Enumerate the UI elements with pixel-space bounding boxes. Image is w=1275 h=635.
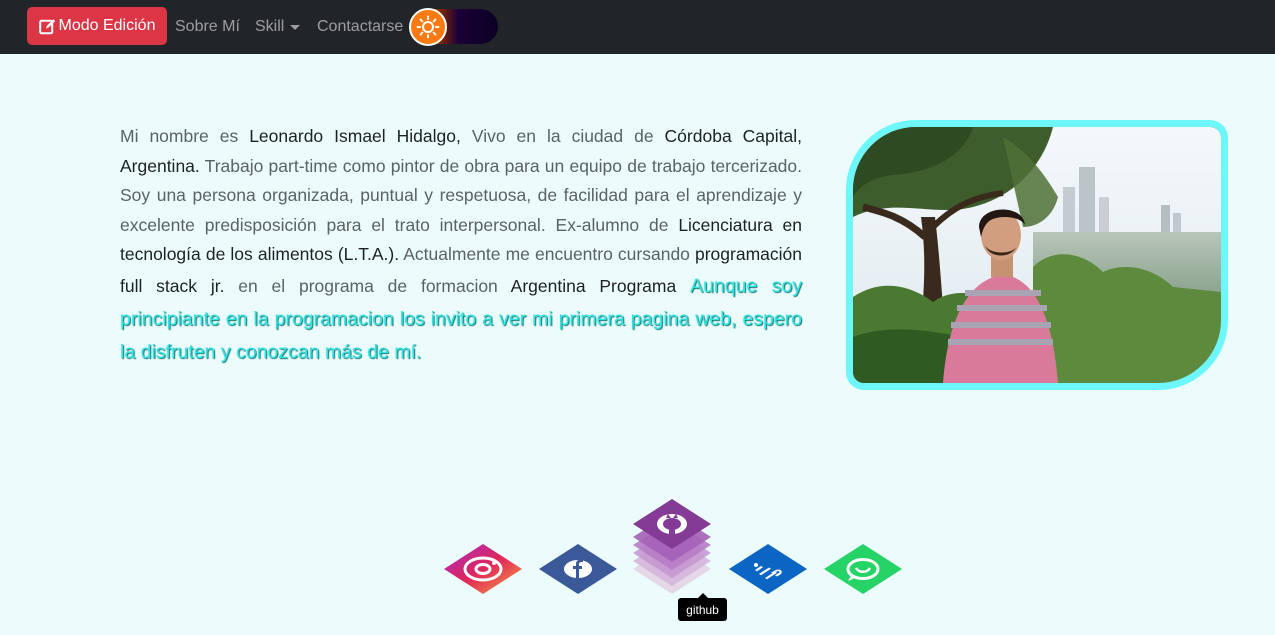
profile-photo (846, 120, 1228, 390)
edit-mode-label: Modo Edición (58, 17, 156, 34)
program-text: Argentina Programa (510, 275, 677, 296)
name-text: Leonardo Ismael Hidalgo, (249, 126, 461, 146)
sun-icon (409, 8, 447, 46)
github-icon[interactable] (632, 498, 712, 601)
nav-link-contactarse[interactable]: Contactarse (317, 17, 403, 37)
edit-mode-button[interactable]: Modo Edición (27, 7, 167, 45)
theme-toggle[interactable] (409, 8, 498, 46)
caret-down-icon (290, 24, 301, 30)
facebook-icon[interactable] (538, 543, 618, 600)
nav-dropdown-skill[interactable]: Skill (255, 17, 301, 37)
navbar: Modo Edición Sobre Mí Skill Contactarse (0, 0, 1275, 54)
instagram-icon[interactable] (443, 543, 523, 600)
nav-link-sobre-mi[interactable]: Sobre Mí (175, 17, 240, 37)
github-tooltip: github (678, 593, 727, 621)
linkedin-icon[interactable] (728, 543, 808, 600)
about-text: Mi nombre es Leonardo Ismael Hidalgo, Vi… (120, 126, 802, 363)
nav-skill-label: Skill (255, 18, 285, 35)
whatsapp-icon[interactable] (823, 543, 903, 600)
edit-icon (38, 18, 56, 35)
